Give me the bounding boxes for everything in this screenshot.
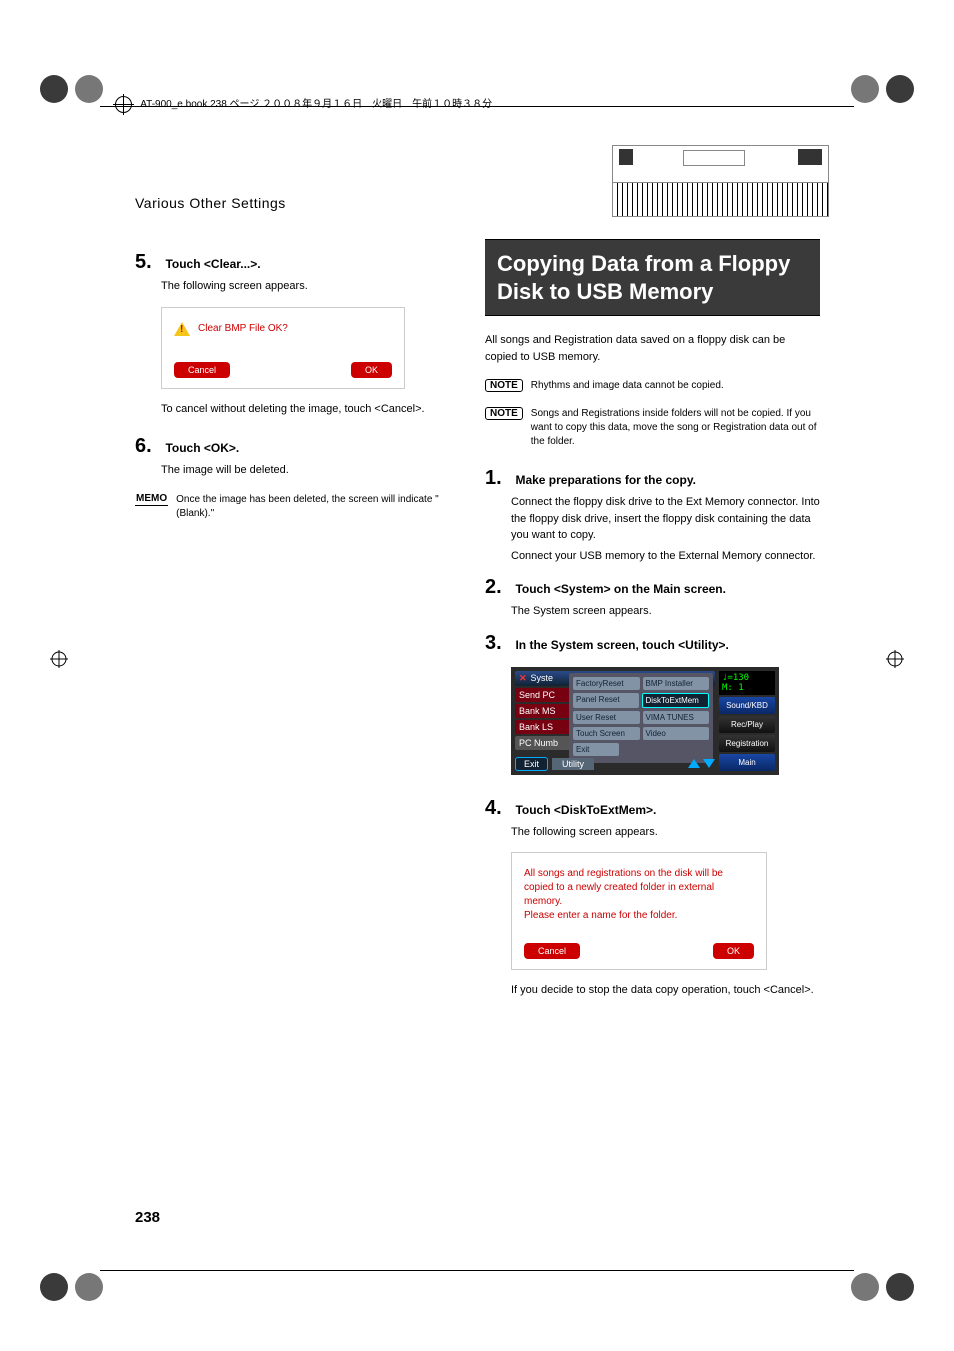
crop-mark xyxy=(40,75,68,103)
crop-mark xyxy=(886,1273,914,1301)
crop-mark xyxy=(886,75,914,103)
sys-title: Syste xyxy=(531,673,554,683)
menu-item[interactable]: User Reset xyxy=(573,711,640,724)
crop-mark xyxy=(40,1273,68,1301)
menu-item[interactable]: Panel Reset xyxy=(573,693,639,708)
utility-menu: FactoryResetBMP Installer Panel ResetDis… xyxy=(569,673,713,763)
sys-tab[interactable]: PC Numb xyxy=(515,736,571,750)
dialog-message: Clear BMP File OK? xyxy=(198,323,288,334)
step-2-heading: Touch <System> on the Main screen. xyxy=(515,582,726,596)
crop-mark xyxy=(851,1273,879,1301)
right-column: Copying Data from a Floppy Disk to USB M… xyxy=(485,239,820,999)
step-4-number: 4. xyxy=(485,797,511,820)
page-number: 238 xyxy=(135,1209,160,1226)
crop-mark xyxy=(75,75,103,103)
footer-exit-button[interactable]: Exit xyxy=(515,757,548,771)
crop-line xyxy=(100,1270,854,1271)
side-button[interactable]: Rec/Play xyxy=(719,716,775,733)
side-button-main[interactable]: Main xyxy=(719,754,775,771)
step-2-text: The System screen appears. xyxy=(511,603,820,620)
step-5-number: 5. xyxy=(135,251,161,274)
step-1-text-2: Connect your USB memory to the External … xyxy=(511,548,820,565)
crop-mark xyxy=(75,1273,103,1301)
menu-item[interactable]: FactoryReset xyxy=(573,677,640,690)
menu-item[interactable]: BMP Installer xyxy=(643,677,710,690)
menu-exit[interactable]: Exit xyxy=(573,743,619,756)
system-screen-figure: ✕ Syste Send PC Bank MS Bank LS PC Numb F… xyxy=(511,667,779,775)
sys-tab[interactable]: Bank LS xyxy=(515,720,571,734)
cancel-button[interactable]: Cancel xyxy=(524,943,580,959)
tempo-display: ♩=130 M: 1 xyxy=(719,671,775,695)
feature-intro: All songs and Registration data saved on… xyxy=(485,332,820,365)
side-button[interactable]: Registration xyxy=(719,735,775,752)
step-1-number: 1. xyxy=(485,467,511,490)
left-column: 5. Touch <Clear...>. The following scree… xyxy=(135,239,455,521)
note-badge: NOTE xyxy=(485,379,523,392)
menu-item-disk-to-ext-mem[interactable]: DiskToExtMem xyxy=(642,693,710,708)
sys-tab[interactable]: Send PC xyxy=(515,688,571,702)
step-6-heading: Touch <OK>. xyxy=(165,441,239,455)
menu-item[interactable]: Video xyxy=(643,727,710,740)
step-5-heading: Touch <Clear...>. xyxy=(165,257,260,271)
side-button[interactable]: Sound/KBD xyxy=(719,697,775,714)
feature-title: Copying Data from a Floppy Disk to USB M… xyxy=(485,239,820,316)
note-2-text: Songs and Registrations inside folders w… xyxy=(531,407,820,449)
step-4-text: The following screen appears. xyxy=(511,824,820,841)
up-arrow-icon[interactable] xyxy=(688,759,700,768)
step-6-number: 6. xyxy=(135,435,161,458)
close-icon[interactable]: ✕ xyxy=(519,673,527,684)
sys-tab[interactable]: Bank MS xyxy=(515,704,571,718)
menu-item[interactable]: Touch Screen xyxy=(573,727,640,740)
cancel-button[interactable]: Cancel xyxy=(174,362,230,378)
registration-mark-icon xyxy=(115,96,132,113)
disk-to-ext-dialog: All songs and registrations on the disk … xyxy=(511,852,767,970)
step-5-text: The following screen appears. xyxy=(161,278,455,295)
ok-button[interactable]: OK xyxy=(713,943,754,959)
note-1-text: Rhythms and image data cannot be copied. xyxy=(531,379,724,393)
step-4-heading: Touch <DiskToExtMem>. xyxy=(515,803,656,817)
step-3-number: 3. xyxy=(485,632,511,655)
memo-badge: MEMO xyxy=(135,493,168,506)
warning-icon xyxy=(174,322,190,336)
step-6-text: The image will be deleted. xyxy=(161,462,455,479)
step-5-after: To cancel without deleting the image, to… xyxy=(161,401,455,418)
menu-item[interactable]: VIMA TUNES xyxy=(643,711,710,724)
registration-mark xyxy=(886,650,904,668)
ok-button[interactable]: OK xyxy=(351,362,392,378)
header-text: AT-900_e.book 238 ページ ２００８年９月１６日 火曜日 午前１… xyxy=(140,99,492,110)
footer-utility-label: Utility xyxy=(552,758,594,770)
clear-bmp-dialog: Clear BMP File OK? Cancel OK xyxy=(161,307,405,389)
down-arrow-icon[interactable] xyxy=(703,759,715,768)
step-3-heading: In the System screen, touch <Utility>. xyxy=(515,638,728,652)
note-badge: NOTE xyxy=(485,407,523,420)
registration-mark xyxy=(50,650,68,668)
section-header: Various Other Settings xyxy=(135,195,820,211)
step-2-number: 2. xyxy=(485,576,511,599)
step-4-after: If you decide to stop the data copy oper… xyxy=(511,982,820,999)
header-info: AT-900_e.book 238 ページ ２００８年９月１６日 火曜日 午前１… xyxy=(115,95,492,113)
step-1-heading: Make preparations for the copy. xyxy=(515,473,696,487)
crop-mark xyxy=(851,75,879,103)
dialog-message: All songs and registrations on the disk … xyxy=(524,867,754,923)
memo-text: Once the image has been deleted, the scr… xyxy=(176,493,455,521)
step-1-text-1: Connect the floppy disk drive to the Ext… xyxy=(511,494,820,544)
